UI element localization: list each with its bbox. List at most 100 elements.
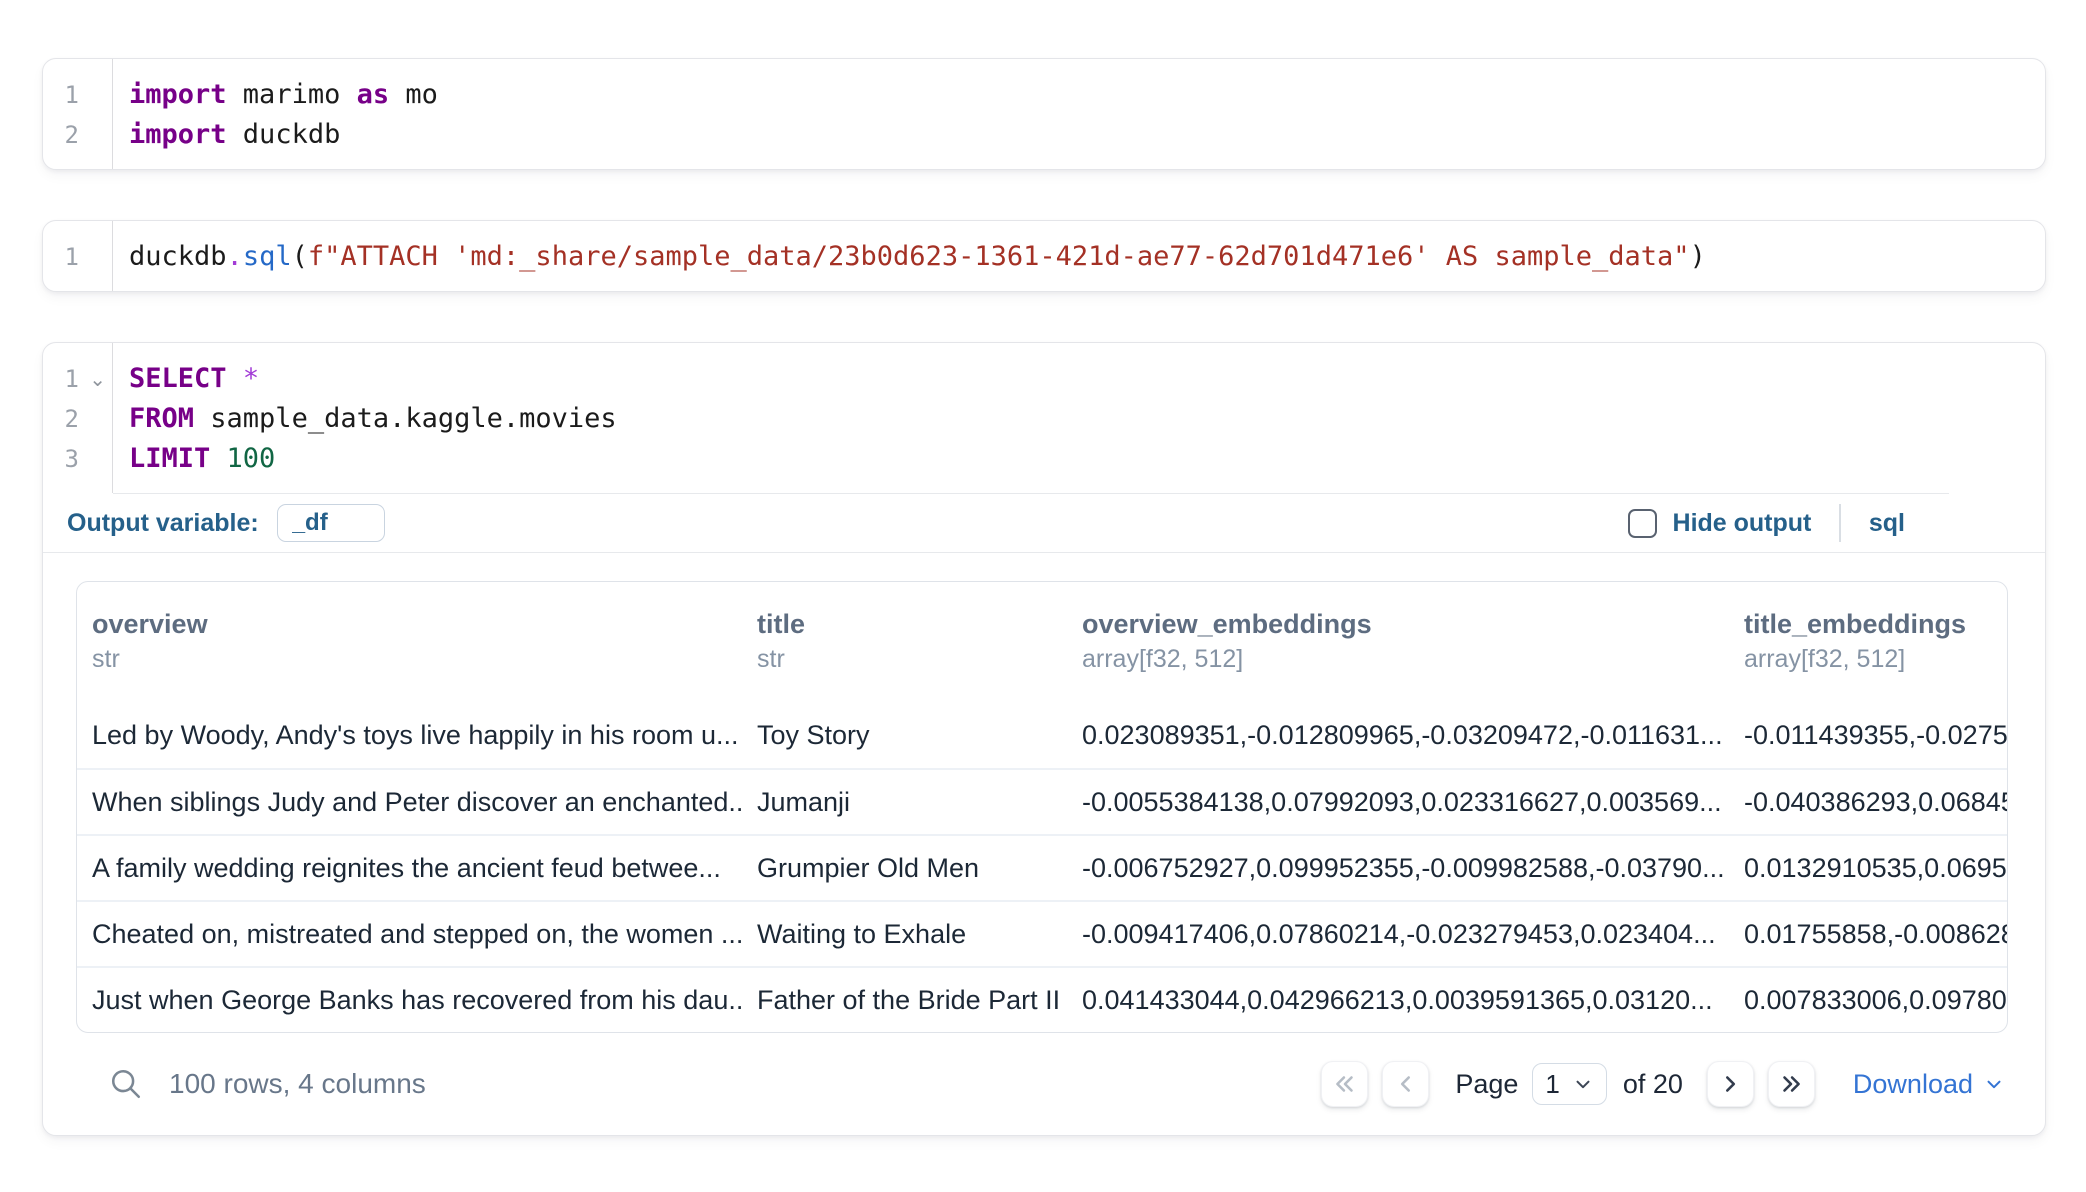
code-area[interactable]: import marimo as moimport duckdb [113, 59, 2045, 169]
table-cell: A family wedding reignites the ancient f… [77, 853, 742, 884]
table-header-row: overviewstrtitlestroverview_embeddingsar… [77, 582, 2007, 702]
column-name: overview_embeddings [1082, 606, 1729, 642]
page-total-label: of 20 [1623, 1069, 1683, 1100]
gutter: 1⌄23 [43, 343, 113, 493]
download-menu[interactable]: Download [1853, 1069, 2005, 1100]
hide-output-label[interactable]: Hide output [1673, 509, 1812, 538]
code-line[interactable]: duckdb.sql(f"ATTACH 'md:_share/sample_da… [129, 237, 2045, 277]
next-page-button[interactable] [1707, 1061, 1754, 1107]
code-line[interactable]: FROM sample_data.kaggle.movies [129, 399, 2045, 439]
code-token: mo [389, 79, 438, 110]
code-token: FROM [129, 403, 194, 434]
row-count-label: 100 rows, 4 columns [169, 1068, 426, 1100]
output-variable-input[interactable] [277, 504, 385, 542]
code-token: import [129, 119, 227, 150]
table-cell: 0.01755858,-0.0086286 [1729, 919, 2008, 950]
code-token: . [227, 241, 243, 272]
prev-page-button[interactable] [1382, 1061, 1429, 1107]
page-select-value: 1 [1545, 1069, 1559, 1100]
code-cell-imports: 12 import marimo as moimport duckdb [42, 58, 2046, 170]
table-footer: 100 rows, 4 columns Page 1 [76, 1033, 2045, 1135]
table-cell: Toy Story [742, 720, 1067, 751]
code-editor[interactable]: 1⌄23 SELECT *FROM sample_data.kaggle.mov… [43, 343, 2045, 493]
chevron-down-icon [1983, 1073, 2005, 1095]
chevron-left-icon [1393, 1071, 1419, 1097]
column-name: title_embeddings [1744, 606, 2008, 642]
code-line[interactable]: SELECT * [129, 359, 2045, 399]
code-token: duckdb [227, 119, 341, 150]
line-number: 2 [43, 399, 112, 439]
hide-output-checkbox[interactable] [1628, 509, 1657, 538]
code-editor[interactable]: 1 duckdb.sql(f"ATTACH 'md:_share/sample_… [43, 221, 2045, 291]
table-cell: -0.009417406,0.07860214,-0.023279453,0.0… [1067, 919, 1729, 950]
table-row[interactable]: Led by Woody, Andy's toys live happily i… [77, 702, 2007, 768]
table-row[interactable]: A family wedding reignites the ancient f… [77, 834, 2007, 900]
table-cell: -0.006752927,0.099952355,-0.009982588,-0… [1067, 853, 1729, 884]
code-token: marimo [227, 79, 357, 110]
line-number: 1 [43, 75, 112, 115]
column-type: array[f32, 512] [1744, 642, 2008, 676]
table-cell: -0.011439355,-0.02752 [1729, 720, 2008, 751]
table-cell: -0.040386293,0.06845 [1729, 787, 2008, 818]
code-token: duckdb [129, 241, 227, 272]
table-cell: Jumanji [742, 787, 1067, 818]
gutter: 12 [43, 59, 113, 169]
chevron-right-icon [1717, 1071, 1743, 1097]
table-row[interactable]: When siblings Judy and Peter discover an… [77, 768, 2007, 834]
table-row[interactable]: Cheated on, mistreated and stepped on, t… [77, 900, 2007, 966]
code-token: as [357, 79, 390, 110]
output-area: overviewstrtitlestroverview_embeddingsar… [43, 553, 2045, 1135]
table-cell: When siblings Judy and Peter discover an… [77, 787, 742, 818]
code-token: ) [1690, 241, 1706, 272]
column-type: str [92, 642, 742, 676]
column-header[interactable]: title_embeddingsarray[f32, 512] [1729, 606, 2008, 676]
notebook: 12 import marimo as moimport duckdb 1 du… [0, 0, 2086, 1136]
line-number: 2 [43, 115, 112, 155]
toolbar-right: Hide output sql [1628, 504, 1905, 542]
chevrons-left-icon [1332, 1071, 1358, 1097]
table-cell: Led by Woody, Andy's toys live happily i… [77, 720, 742, 751]
table-cell: 0.0132910535,0.06958 [1729, 853, 2008, 884]
output-variable-label: Output variable: [67, 509, 259, 538]
fold-chevron-icon[interactable]: ⌄ [89, 360, 106, 400]
column-type: array[f32, 512] [1082, 642, 1729, 676]
column-header[interactable]: overviewstr [77, 606, 742, 676]
code-line[interactable]: import duckdb [129, 115, 2045, 155]
first-page-button[interactable] [1321, 1061, 1368, 1107]
code-line[interactable]: import marimo as mo [129, 75, 2045, 115]
code-token [210, 443, 226, 474]
chevron-down-icon [1572, 1073, 1594, 1095]
column-header[interactable]: overview_embeddingsarray[f32, 512] [1067, 606, 1729, 676]
code-line[interactable]: LIMIT 100 [129, 439, 2045, 479]
column-name: title [757, 606, 1067, 642]
sql-cell: 1⌄23 SELECT *FROM sample_data.kaggle.mov… [42, 342, 2046, 1136]
column-header[interactable]: titlestr [742, 606, 1067, 676]
table-cell: Grumpier Old Men [742, 853, 1067, 884]
code-area[interactable]: SELECT *FROM sample_data.kaggle.moviesLI… [113, 343, 2045, 493]
code-area[interactable]: duckdb.sql(f"ATTACH 'md:_share/sample_da… [113, 221, 2045, 291]
last-page-button[interactable] [1768, 1061, 1815, 1107]
page-select[interactable]: 1 [1532, 1063, 1606, 1105]
table-cell: 0.023089351,-0.012809965,-0.03209472,-0.… [1067, 720, 1729, 751]
sql-cell-toolbar: Output variable: Hide output sql [43, 494, 2045, 552]
language-badge[interactable]: sql [1869, 509, 1905, 538]
search-icon[interactable] [109, 1067, 143, 1101]
pagination: Page 1 of 20 [1321, 1061, 2005, 1107]
code-token: f"ATTACH 'md:_share/sample_data/23b0d623… [308, 241, 1690, 272]
code-token: LIMIT [129, 443, 210, 474]
table-cell: Just when George Banks has recovered fro… [77, 985, 742, 1016]
column-name: overview [92, 606, 742, 642]
table-cell: Father of the Bride Part II [742, 985, 1067, 1016]
code-token: * [243, 363, 259, 394]
table-cell: -0.0055384138,0.07992093,0.023316627,0.0… [1067, 787, 1729, 818]
download-label: Download [1853, 1069, 1973, 1100]
code-token: ( [292, 241, 308, 272]
code-token: sample_data.kaggle.movies [194, 403, 617, 434]
page-label: Page [1455, 1069, 1518, 1100]
code-token: sql [243, 241, 292, 272]
table-row[interactable]: Just when George Banks has recovered fro… [77, 966, 2007, 1032]
result-table: overviewstrtitlestroverview_embeddingsar… [76, 581, 2008, 1033]
table-cell: 0.007833006,0.097801 [1729, 985, 2008, 1016]
code-editor[interactable]: 12 import marimo as moimport duckdb [43, 59, 2045, 169]
table-cell: Cheated on, mistreated and stepped on, t… [77, 919, 742, 950]
